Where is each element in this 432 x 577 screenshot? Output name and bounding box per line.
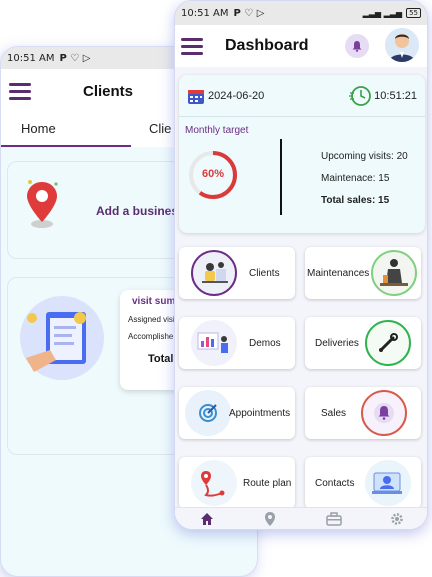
- avatar[interactable]: [385, 28, 419, 62]
- menu-icon[interactable]: [181, 37, 203, 55]
- location-icon: [265, 511, 276, 526]
- stats-list: Upcoming visits: 20 Maintenace: 15 Total…: [321, 151, 408, 217]
- upcoming-visits: Upcoming visits: 20: [321, 151, 408, 162]
- tile-contacts-label: Contacts: [315, 478, 355, 489]
- tile-appointments-label: Appointments: [229, 408, 291, 419]
- sales-bell-icon: [361, 390, 407, 436]
- tile-clients-label: Clients: [249, 268, 280, 279]
- nav-briefcase[interactable]: [326, 511, 342, 527]
- app-header: Dashboard: [175, 25, 427, 67]
- summary-card: 2024-06-20 10:51:21 Monthly target 60% U…: [179, 75, 425, 233]
- monthly-target-label: Monthly target: [185, 125, 249, 136]
- divider: [280, 139, 282, 215]
- notifications-button[interactable]: [345, 34, 369, 58]
- bell-icon: [352, 41, 362, 52]
- dashboard-screen: 10:51 AM P ♡ ▷ ▂▃▅ ▂▃▅ 55 Dashboard 2024…: [174, 0, 428, 530]
- add-business-label: Add a business: [96, 204, 185, 218]
- tab-clients[interactable]: Clie: [149, 121, 171, 136]
- status-icons: P ♡ ▷: [233, 7, 265, 19]
- date-time-row: 2024-06-20 10:51:21: [179, 75, 425, 117]
- maintenance-count: Maintenace: 15: [321, 173, 390, 184]
- nav-home[interactable]: [199, 511, 215, 527]
- target-percent: 60%: [201, 168, 225, 180]
- target-icon: [185, 390, 231, 436]
- tab-home[interactable]: Home: [21, 121, 56, 136]
- menu-icon[interactable]: [9, 82, 31, 100]
- app-showcase: 10:51 AM P ♡ ▷ Clients Home Clie Add a b…: [0, 0, 432, 577]
- current-date: 2024-06-20: [208, 89, 265, 102]
- nav-settings[interactable]: [389, 511, 405, 527]
- nav-location[interactable]: [262, 511, 278, 527]
- total-sales: Total sales: 15: [321, 195, 390, 206]
- tab-indicator: [1, 145, 131, 147]
- status-icons: P ♡ ▷: [59, 52, 91, 64]
- tile-maintenances-label: Maintenances: [307, 268, 370, 279]
- tile-clients[interactable]: Clients: [179, 247, 295, 299]
- battery-icon: 55: [406, 8, 421, 18]
- signal-icon: ▂▃▅ ▂▃▅: [362, 8, 403, 18]
- wrench-icon: [365, 320, 411, 366]
- tile-deliveries-label: Deliveries: [315, 338, 359, 349]
- clients-icon: [191, 250, 237, 296]
- tile-deliveries[interactable]: Deliveries: [305, 317, 421, 369]
- gear-icon: [391, 512, 403, 525]
- location-pin-icon: [27, 180, 58, 228]
- calendar-icon: [188, 89, 204, 104]
- clock-icon: [349, 85, 372, 106]
- tile-sales[interactable]: Sales: [305, 387, 421, 439]
- home-icon: [200, 512, 213, 525]
- page-title: Clients: [83, 82, 134, 100]
- user-avatar-icon: [385, 28, 419, 62]
- demos-icon: [191, 320, 237, 366]
- current-time: 10:51:21: [374, 89, 417, 102]
- contacts-icon: [365, 460, 411, 506]
- briefcase-icon: [326, 511, 342, 526]
- status-time: 10:51 AM: [7, 52, 55, 64]
- tile-demos-label: Demos: [249, 338, 281, 349]
- status-time: 10:51 AM: [181, 7, 229, 19]
- page-title: Dashboard: [225, 37, 309, 54]
- tile-contacts[interactable]: Contacts: [305, 457, 421, 509]
- tile-route-plan[interactable]: Route plan: [179, 457, 295, 509]
- bottom-nav: [175, 507, 427, 529]
- tile-maintenances[interactable]: Maintenances: [305, 247, 421, 299]
- tile-demos[interactable]: Demos: [179, 317, 295, 369]
- status-bar: 10:51 AM P ♡ ▷ ▂▃▅ ▂▃▅ 55: [175, 1, 427, 25]
- route-icon: [191, 460, 237, 506]
- clipboard-illustration: [20, 296, 104, 380]
- tile-appointments[interactable]: Appointments: [179, 387, 295, 439]
- tile-route-plan-label: Route plan: [243, 478, 292, 489]
- maintenance-icon: [371, 250, 417, 296]
- tile-sales-label: Sales: [321, 408, 347, 419]
